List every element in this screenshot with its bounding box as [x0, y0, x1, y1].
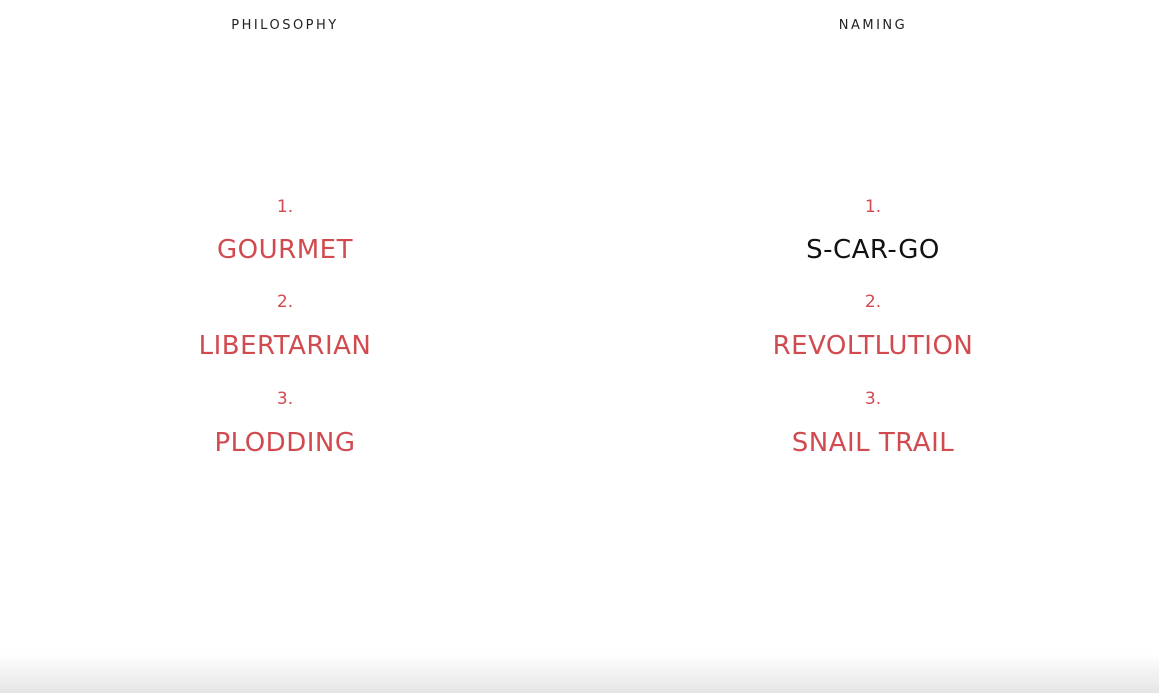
philosophy-heading: PHILOSOPHY	[231, 18, 339, 33]
naming-item-snail-trail: SNAIL TRAIL	[791, 428, 955, 458]
philosophy-item-number: 2.	[276, 292, 294, 312]
philosophy-item-number: 1.	[276, 197, 294, 217]
naming-item-number: 3.	[864, 389, 882, 409]
naming-item-number: 2.	[864, 292, 882, 312]
naming-item-number: 1.	[864, 197, 882, 217]
naming-item-revoltlution: REVOLTLUTION	[772, 331, 974, 361]
bottom-shade	[0, 653, 1159, 693]
philosophy-item-libertarian: LIBERTARIAN	[198, 331, 372, 361]
naming-heading: NAMING	[838, 18, 908, 33]
philosophy-column: PHILOSOPHY 1. GOURMET 2. LIBERTARIAN 3. …	[75, 0, 495, 693]
slide: PHILOSOPHY 1. GOURMET 2. LIBERTARIAN 3. …	[0, 0, 1159, 693]
philosophy-item-plodding: PLODDING	[214, 428, 356, 458]
philosophy-item-number: 3.	[276, 389, 294, 409]
naming-item-s-car-go: S-CAR-GO	[806, 235, 940, 265]
philosophy-item-gourmet: GOURMET	[217, 235, 353, 265]
naming-column: NAMING 1. S-CAR-GO 2. REVOLTLUTION 3. SN…	[663, 0, 1083, 693]
